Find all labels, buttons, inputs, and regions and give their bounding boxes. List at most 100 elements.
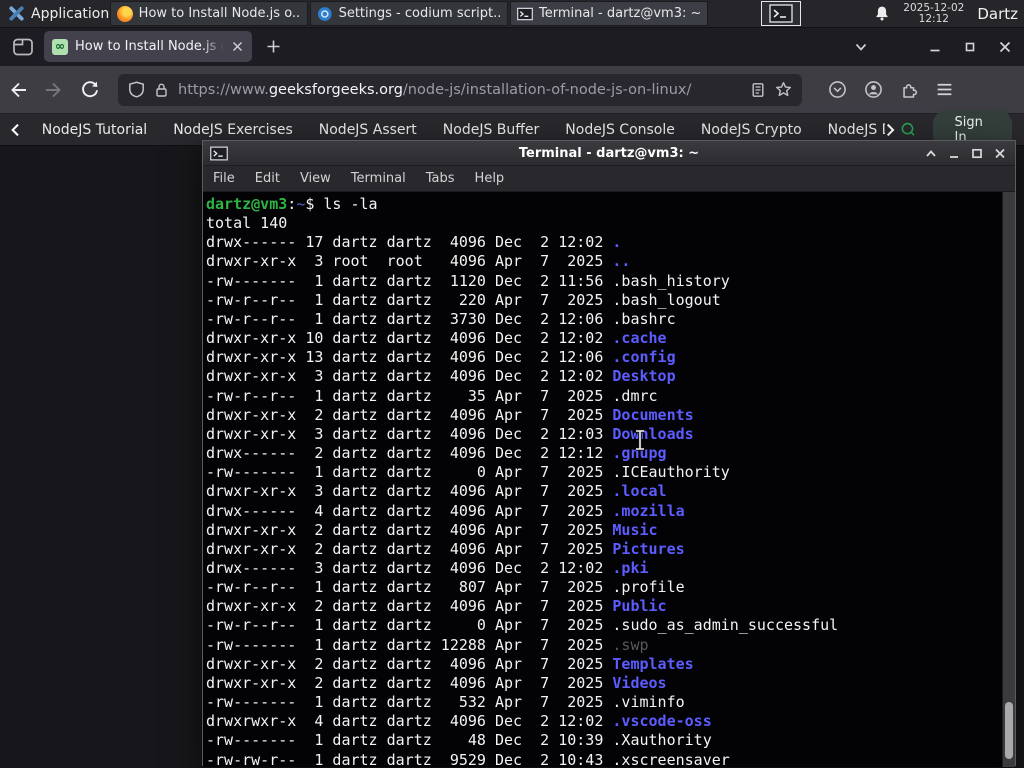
url-path: /node-js/installation-of-node-js-on-linu…	[402, 81, 692, 98]
ls-entry-line: -rw-r--r-- 1 dartz dartz 807 Apr 7 2025 …	[206, 578, 685, 597]
url-text: https://www.geeksforgeeks.org/node-js/in…	[178, 82, 741, 98]
xfce-logo-icon	[9, 6, 24, 21]
panel-status-area: 2025-12-02 12:12 Dartz	[874, 0, 1020, 27]
window-maximize-icon[interactable]	[963, 40, 977, 54]
tab-close-icon[interactable]	[231, 40, 244, 53]
terminal-close-icon[interactable]	[993, 147, 1007, 160]
clock-time: 12:12	[918, 12, 949, 25]
panel-clock[interactable]: 2025-12-02 12:12	[903, 1, 965, 25]
pocket-icon[interactable]	[828, 80, 847, 99]
ls-entry-line: drwx------ 17 dartz dartz 4096 Dec 2 12:…	[206, 233, 622, 252]
ls-entry-line: drwx------ 2 dartz dartz 4096 Dec 2 12:1…	[206, 444, 667, 463]
firefox-icon	[117, 5, 133, 22]
notifications-bell-icon[interactable]	[874, 5, 890, 22]
ls-entry-line: drwxr-xr-x 3 dartz dartz 4096 Dec 2 12:0…	[206, 424, 694, 443]
nav-item[interactable]: NodeJS Crypto	[688, 122, 815, 138]
nav-scroll-left-icon[interactable]	[10, 122, 21, 138]
ls-entry-line: -rw-r--r-- 1 dartz dartz 0 Apr 7 2025 .s…	[206, 616, 839, 635]
account-icon[interactable]	[864, 80, 883, 99]
bookmark-star-icon[interactable]	[775, 81, 792, 98]
ls-entry-line: drwxr-xr-x 2 dartz dartz 4096 Apr 7 2025…	[206, 654, 694, 673]
ls-entry-line: drwxr-xr-x 2 dartz dartz 4096 Apr 7 2025…	[206, 520, 658, 539]
url-scheme: https://www.	[178, 81, 269, 98]
terminal-maximize-icon[interactable]	[970, 147, 984, 160]
gfg-favicon: ∞	[52, 38, 68, 55]
firefox-view-icon[interactable]	[12, 37, 34, 57]
nav-item[interactable]: NodeJS Tutorial	[29, 122, 160, 138]
clock-date: 2025-12-02	[903, 1, 965, 14]
nav-item[interactable]: NodeJS Buffer	[430, 122, 553, 138]
ls-entry-line: drwxr-xr-x 3 dartz dartz 4096 Apr 7 2025…	[206, 482, 667, 501]
extensions-puzzle-icon[interactable]	[900, 81, 918, 99]
prompt-line: dartz@vm3:~$ ls -la	[206, 195, 378, 213]
tracking-shield-icon[interactable]	[128, 81, 145, 98]
terminal-menu-help[interactable]: Help	[465, 171, 515, 186]
text-cursor-pointer	[636, 429, 644, 451]
terminal-shade-icon[interactable]	[924, 147, 938, 160]
lock-icon[interactable]	[154, 82, 169, 98]
url-domain: geeksforgeeks.org	[268, 81, 403, 98]
nav-item[interactable]: NodeJS Console	[552, 122, 688, 138]
new-tab-button[interactable]	[266, 39, 281, 54]
back-icon[interactable]	[7, 79, 29, 101]
ls-entry-line: -rw------- 1 dartz dartz 532 Apr 7 2025 …	[206, 693, 685, 712]
nav-item[interactable]: NodeJS DNS	[815, 122, 885, 138]
terminal-scrollbar[interactable]	[1002, 192, 1015, 767]
list-all-tabs-icon[interactable]	[852, 38, 870, 56]
reload-icon[interactable]	[79, 79, 101, 101]
taskbar-window-button[interactable]: Terminal - dartz@vm3: ~	[510, 1, 708, 26]
taskbar-window-button[interactable]: Settings - codium script...	[310, 1, 508, 26]
terminal-body[interactable]: dartz@vm3:~$ ls -la total 140 drwx------ 1…	[203, 192, 1015, 767]
ls-entry-line: -rw-rw-r-- 1 dartz dartz 9529 Dec 2 10:4…	[206, 750, 730, 767]
reader-view-icon[interactable]	[750, 82, 766, 98]
terminal-scrollbar-thumb[interactable]	[1005, 702, 1013, 759]
nav-item[interactable]: NodeJS Exercises	[160, 122, 306, 138]
terminal-menu-terminal[interactable]: Terminal	[341, 171, 416, 186]
ls-entry-line: -rw------- 1 dartz dartz 12288 Apr 7 202…	[206, 635, 649, 654]
terminal-titlebar[interactable]: Terminal - dartz@vm3: ~	[203, 141, 1015, 166]
nav-scroll-right-icon[interactable]	[885, 122, 896, 138]
ls-entry-line: drwxr-xr-x 2 dartz dartz 4096 Apr 7 2025…	[206, 405, 694, 424]
terminal-title: Terminal - dartz@vm3: ~	[518, 145, 700, 161]
taskbar-window-button[interactable]: How to Install Node.js o...	[110, 1, 308, 26]
ls-entry-line: drwxr-xr-x 3 dartz dartz 4096 Dec 2 12:0…	[206, 367, 676, 386]
ls-entry-line: drwxr-xr-x 10 dartz dartz 4096 Dec 2 12:…	[206, 329, 667, 348]
ls-entry-line: -rw------- 1 dartz dartz 0 Apr 7 2025 .I…	[206, 463, 730, 482]
terminal-icon	[517, 7, 533, 20]
window-minimize-icon[interactable]	[928, 40, 942, 54]
panel-user-label[interactable]: Dartz	[977, 5, 1020, 23]
top-panel: Applications ⋮⋮ How to Install Node.js o…	[0, 0, 1024, 28]
terminal-minimize-icon[interactable]	[947, 147, 961, 160]
total-line: total 140	[206, 214, 288, 233]
ls-entry-line: drwx------ 4 dartz dartz 4096 Apr 7 2025…	[206, 501, 685, 520]
terminal-menu-tabs[interactable]: Tabs	[416, 171, 465, 186]
terminal-menu-view[interactable]: View	[290, 171, 341, 186]
url-bar[interactable]: https://www.geeksforgeeks.org/node-js/in…	[118, 73, 802, 106]
window-close-icon[interactable]	[998, 40, 1012, 54]
taskbar-window-label: How to Install Node.js o...	[138, 6, 301, 21]
terminal-window-icon	[210, 146, 228, 160]
search-icon[interactable]	[900, 119, 917, 140]
codium-settings-icon	[317, 6, 332, 21]
taskbar-window-label: Settings - codium script...	[338, 6, 501, 21]
menu-hamburger-icon[interactable]	[935, 80, 954, 99]
terminal-icon	[769, 4, 793, 23]
ls-entry-line: drwxr-xr-x 2 dartz dartz 4096 Apr 7 2025…	[206, 673, 667, 692]
terminal-menu-file[interactable]: File	[203, 171, 245, 186]
browser-tab[interactable]: ∞ How to Install Node.js on	[44, 31, 252, 62]
ls-entry-line: drwxr-xr-x 2 dartz dartz 4096 Apr 7 2025…	[206, 539, 685, 558]
nav-item[interactable]: NodeJS Assert	[306, 122, 430, 138]
ls-entry-line: -rw------- 1 dartz dartz 48 Dec 2 10:39 …	[206, 731, 712, 750]
ls-entry-line: -rw-r--r-- 1 dartz dartz 3730 Dec 2 12:0…	[206, 309, 676, 328]
ls-entry-line: -rw-r--r-- 1 dartz dartz 35 Apr 7 2025 .…	[206, 386, 658, 405]
forward-icon[interactable]	[43, 79, 65, 101]
window-tasklist: How to Install Node.js o... Settings - co…	[110, 1, 708, 26]
navigation-toolbar: https://www.geeksforgeeks.org/node-js/in…	[0, 66, 1024, 114]
ls-entry-line: -rw-r--r-- 1 dartz dartz 220 Apr 7 2025 …	[206, 290, 721, 309]
terminal-menu-edit[interactable]: Edit	[245, 171, 290, 186]
ls-entry-line: -rw------- 1 dartz dartz 1120 Dec 2 11:5…	[206, 271, 730, 290]
tab-bar: ∞ How to Install Node.js on	[0, 27, 1024, 66]
terminal-launcher[interactable]	[761, 1, 801, 26]
ls-entry-line: drwxrwxr-x 4 dartz dartz 4096 Dec 2 12:0…	[206, 712, 712, 731]
applications-label: Applications	[31, 5, 117, 22]
